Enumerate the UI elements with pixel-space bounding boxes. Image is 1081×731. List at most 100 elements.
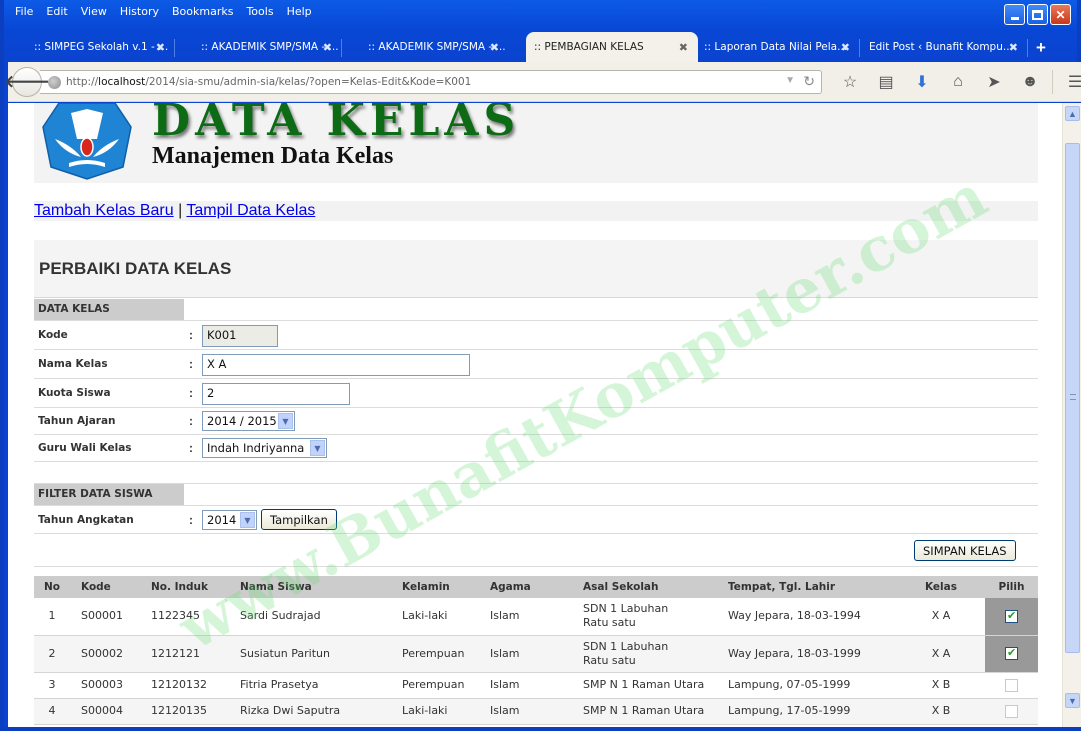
col-kelamin: Kelamin: [391, 576, 479, 598]
cell-no-induk: 12120132: [140, 672, 229, 699]
cell-pilih: [985, 672, 1038, 699]
tab-edit-post[interactable]: Edit Post ‹ Bunafit Kompu... ✖: [860, 32, 1028, 62]
cell-asal: SDN 1 Labuhan Ratu satu: [572, 635, 717, 673]
cell-no: 2: [34, 635, 70, 673]
form-header: PERBAIKI DATA KELAS: [34, 240, 1038, 298]
cell-no-induk: 1122345: [140, 598, 229, 636]
url-path: /2014/sia-smu/admin-sia/kelas/?open=Kela…: [145, 76, 472, 88]
tab-akademik-2[interactable]: :: AKADEMIK SMP/SMA - ... ✖: [342, 32, 509, 62]
kuota-siswa-input[interactable]: 2: [202, 383, 350, 405]
reload-icon[interactable]: ↻: [803, 73, 815, 90]
grip-icon: [1070, 394, 1076, 400]
cell-kode: S00001: [70, 598, 140, 636]
col-ttl: Tempat, Tgl. Lahir: [717, 576, 897, 598]
download-icon[interactable]: ⬇: [904, 70, 940, 94]
col-kode: Kode: [70, 576, 140, 598]
cell-no-induk: 12120135: [140, 698, 229, 725]
field-label: Guru Wali Kelas: [38, 442, 132, 454]
tampilkan-button[interactable]: Tampilkan: [261, 509, 337, 530]
col-asal-sekolah: Asal Sekolah: [572, 576, 717, 598]
add-class-link[interactable]: Tambah Kelas Baru: [34, 202, 174, 219]
select-checkbox[interactable]: [1005, 678, 1018, 692]
field-label: Tahun Ajaran: [38, 415, 116, 427]
save-class-button[interactable]: SIMPAN KELAS: [914, 540, 1016, 561]
cell-nama: Sardi Sudrajad: [229, 598, 391, 636]
url-history-dropdown-icon[interactable]: ▼: [785, 75, 795, 86]
select-checkbox[interactable]: [1005, 609, 1018, 623]
col-kelas: Kelas: [897, 576, 985, 598]
table-row: 1 S00001 1122345 Sardi Sudrajad Laki-lak…: [34, 598, 1038, 636]
row-nama-kelas: Nama Kelas : X A: [34, 350, 1038, 379]
chat-icon[interactable]: ☻: [1012, 70, 1048, 94]
menu-bar: File Edit View History Bookmarks Tools H…: [10, 5, 320, 23]
minimize-button[interactable]: [1004, 4, 1025, 25]
col-nama-siswa: Nama Siswa: [229, 576, 391, 598]
tab-akademik-1[interactable]: :: AKADEMIK SMP/SMA - ... ✖: [175, 32, 342, 62]
colon: :: [189, 328, 193, 342]
tab-close-icon[interactable]: ✖: [679, 41, 688, 54]
guru-wali-select[interactable]: Indah Indriyanna ▼: [202, 438, 327, 458]
vertical-scrollbar[interactable]: ▲ ▼: [1062, 103, 1081, 727]
select-checkbox[interactable]: [1005, 704, 1018, 718]
menu-tools[interactable]: Tools: [241, 5, 281, 23]
tahun-angkatan-select[interactable]: 2014 ▼: [202, 510, 257, 530]
col-no: No: [34, 576, 70, 598]
window-controls: ✕: [1004, 4, 1071, 25]
cell-pilih: [985, 598, 1038, 636]
nama-kelas-input[interactable]: X A: [202, 354, 470, 376]
tab-label: :: AKADEMIK SMP/SMA - ...: [201, 41, 339, 53]
menu-file[interactable]: File: [10, 5, 41, 23]
close-window-button[interactable]: ✕: [1050, 4, 1071, 25]
scroll-down-icon[interactable]: ▼: [1065, 693, 1080, 708]
students-table: No Kode No. Induk Nama Siswa Kelamin Aga…: [34, 576, 1038, 725]
cell-kelas: X B: [897, 698, 985, 725]
action-links: Tambah Kelas Baru | Tampil Data Kelas: [34, 201, 1038, 221]
scrollbar-thumb[interactable]: [1065, 143, 1080, 653]
reading-list-icon[interactable]: ▤: [868, 70, 904, 94]
tahun-ajaran-select[interactable]: 2014 / 2015 ▼: [202, 411, 295, 431]
tab-close-icon[interactable]: ✖: [1009, 41, 1018, 54]
tab-label: :: Laporan Data Nilai Pela...: [704, 41, 848, 53]
field-label: Kode: [38, 329, 68, 341]
maximize-button[interactable]: [1027, 4, 1048, 25]
send-icon[interactable]: ➤: [976, 70, 1012, 94]
select-checkbox[interactable]: [1005, 646, 1018, 660]
field-label: Tahun Angkatan: [38, 514, 134, 526]
menu-bookmarks[interactable]: Bookmarks: [167, 5, 241, 23]
menu-view[interactable]: View: [76, 5, 115, 23]
url-bar[interactable]: http://localhost/2014/sia-smu/admin-sia/…: [40, 70, 822, 94]
new-tab-button[interactable]: +: [1036, 38, 1046, 58]
home-icon[interactable]: ⌂: [940, 70, 976, 94]
site-identity-icon[interactable]: [48, 75, 61, 89]
table-row: 3 S00003 12120132 Fitria Prasetya Peremp…: [34, 672, 1038, 699]
kode-input[interactable]: K001: [202, 325, 278, 347]
cell-kode: S00004: [70, 698, 140, 725]
cell-asal: SMP N 1 Raman Utara: [572, 698, 717, 725]
url-host: localhost: [98, 76, 146, 88]
bookmark-star-icon[interactable]: ☆: [832, 70, 868, 94]
cell-ttl: Lampung, 07-05-1999: [717, 672, 897, 699]
scroll-up-icon[interactable]: ▲: [1065, 106, 1080, 121]
tab-close-icon[interactable]: ✖: [841, 41, 850, 54]
cell-kelamin: Laki-laki: [391, 598, 479, 636]
back-button[interactable]: 🡐: [4, 67, 50, 97]
tab-close-icon[interactable]: ✖: [323, 41, 332, 54]
table-row: 4 S00004 12120135 Rizka Dwi Saputra Laki…: [34, 698, 1038, 725]
tab-close-icon[interactable]: ✖: [490, 41, 499, 54]
chevron-down-icon: ▼: [240, 512, 255, 528]
menu-icon[interactable]: ☰: [1057, 70, 1081, 94]
colon: :: [189, 513, 193, 527]
banner-title: DATA KELAS: [152, 103, 521, 146]
navigation-bar: http://localhost/2014/sia-smu/admin-sia/…: [4, 62, 1081, 102]
show-classes-link[interactable]: Tampil Data Kelas: [186, 202, 315, 219]
menu-edit[interactable]: Edit: [41, 5, 75, 23]
row-kuota-siswa: Kuota Siswa : 2: [34, 379, 1038, 408]
menu-history[interactable]: History: [115, 5, 167, 23]
tab-laporan-nilai[interactable]: :: Laporan Data Nilai Pela... ✖: [696, 32, 860, 62]
row-guru-wali: Guru Wali Kelas : Indah Indriyanna ▼: [34, 435, 1038, 462]
menu-help[interactable]: Help: [282, 5, 320, 23]
tab-close-icon[interactable]: ✖: [156, 41, 165, 54]
table-row: 2 S00002 1212121 Susiatun Paritun Peremp…: [34, 635, 1038, 673]
tab-pembagian-kelas[interactable]: :: PEMBAGIAN KELAS ✖: [526, 32, 698, 62]
tab-simpeg[interactable]: :: SIMPEG Sekolah v.1 - ... ✖: [8, 32, 175, 62]
